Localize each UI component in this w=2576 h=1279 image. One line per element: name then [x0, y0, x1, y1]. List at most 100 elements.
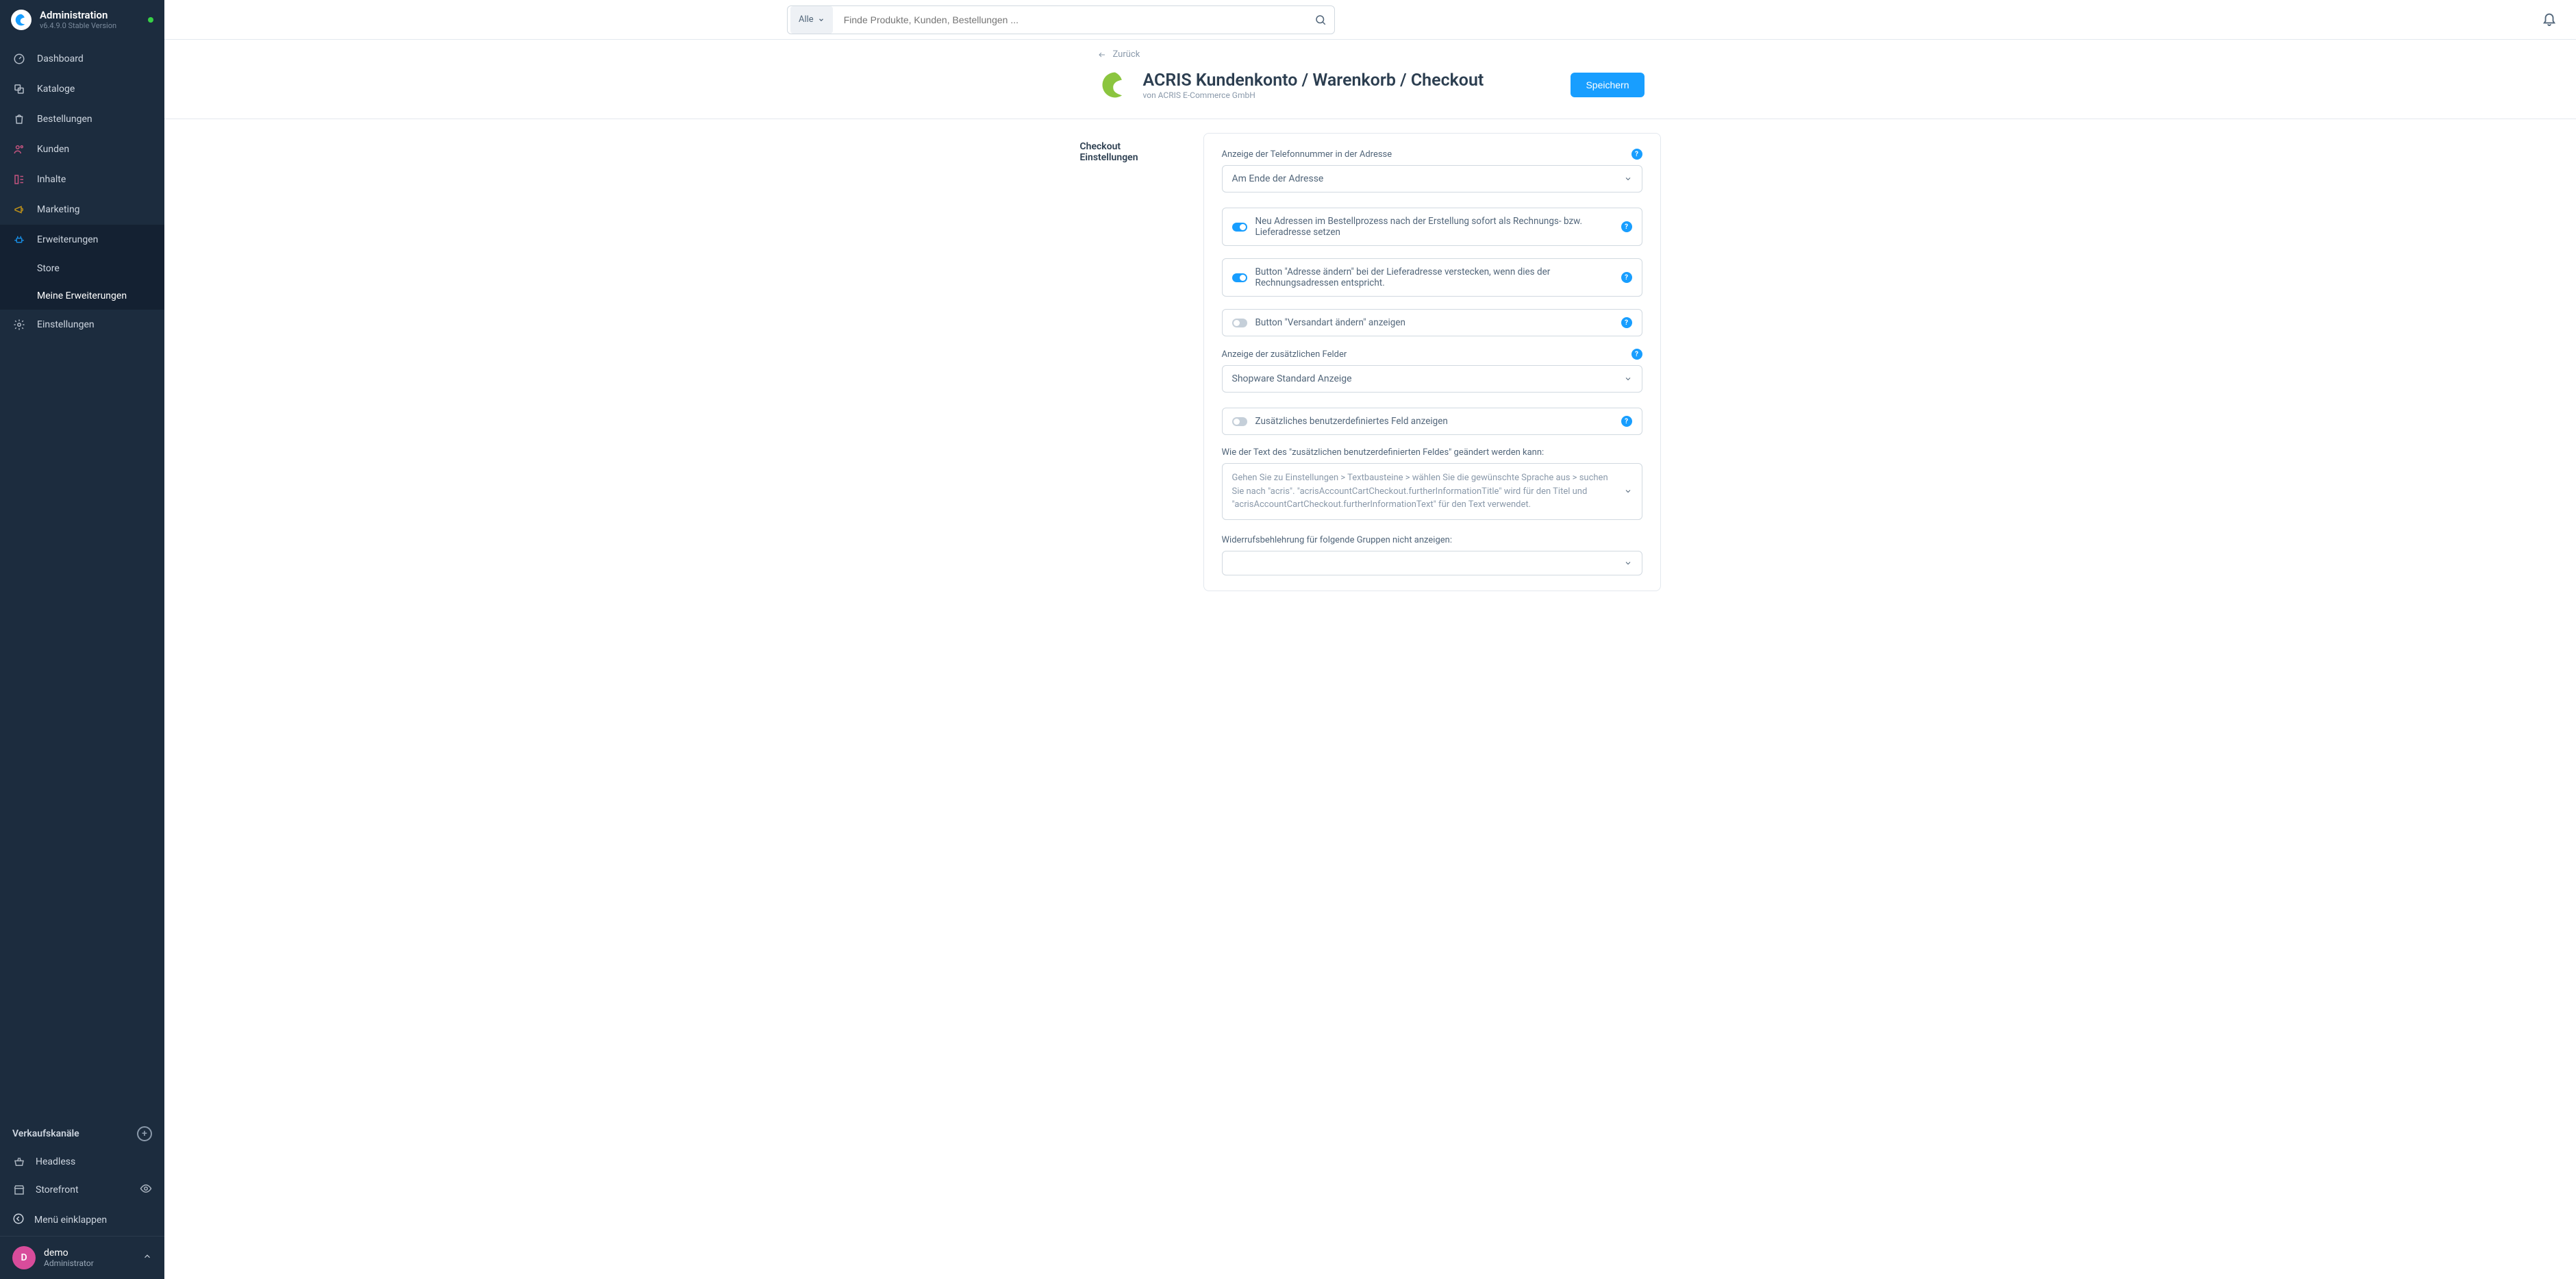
main: Alle Zurück ACRIS Kunden — [164, 0, 2576, 1279]
search-button[interactable] — [1307, 14, 1334, 26]
basket-icon — [12, 1155, 26, 1169]
nav-dashboard[interactable]: Dashboard — [0, 44, 164, 74]
channel-storefront[interactable]: Storefront — [0, 1176, 164, 1204]
store-icon — [12, 1183, 26, 1197]
nav-store[interactable]: Store — [0, 255, 164, 282]
nav-settings[interactable]: Einstellungen — [0, 310, 164, 340]
plugin-logo — [1097, 66, 1134, 103]
topbar: Alle — [164, 0, 2576, 40]
phone-display-select[interactable]: Am Ende der Adresse — [1222, 165, 1642, 193]
add-channel-button[interactable]: + — [137, 1126, 152, 1141]
chevron-up-icon — [142, 1252, 152, 1264]
help-icon[interactable]: ? — [1621, 317, 1632, 328]
app-logo — [11, 10, 32, 30]
eye-icon[interactable] — [140, 1182, 152, 1197]
chevron-down-icon — [1624, 375, 1632, 383]
field-phone-display: Anzeige der Telefonnummer in der Adresse… — [1222, 149, 1642, 193]
field-hide-change-switch: Button "Adresse ändern" bei der Lieferad… — [1222, 258, 1642, 297]
layout-icon — [12, 173, 26, 186]
help-icon[interactable]: ? — [1621, 272, 1632, 283]
nav-content[interactable]: Inhalte — [0, 164, 164, 195]
collapse-icon — [12, 1213, 25, 1228]
megaphone-icon — [12, 203, 26, 216]
field-label: Widerrufsbehlehrung für folgende Gruppen… — [1222, 535, 1452, 545]
extra-fields-select[interactable]: Shopware Standard Anzeige — [1222, 365, 1642, 393]
copy-icon — [12, 82, 26, 96]
search-scope-dropdown[interactable]: Alle — [790, 6, 833, 34]
custom-howto-info[interactable]: Gehen Sie zu Einstellungen > Textbaustei… — [1222, 463, 1642, 520]
nav-label: Einstellungen — [37, 319, 95, 330]
toggle-new-address[interactable] — [1232, 223, 1247, 232]
collapse-menu[interactable]: Menü einklappen — [0, 1204, 164, 1236]
help-icon[interactable]: ? — [1631, 149, 1642, 160]
nav-label: Bestellungen — [37, 114, 92, 125]
avatar: D — [12, 1246, 36, 1269]
app-version: v6.4.9.0 Stable Version — [40, 21, 116, 30]
chevron-down-icon — [818, 16, 825, 23]
nav-label: Marketing — [37, 204, 80, 215]
page-title: ACRIS Kundenkonto / Warenkorb / Checkout — [1143, 71, 1484, 90]
status-indicator — [148, 17, 153, 23]
nav-label: Erweiterungen — [37, 234, 98, 245]
settings-card: Anzeige der Telefonnummer in der Adresse… — [1203, 133, 1661, 591]
nav-orders[interactable]: Bestellungen — [0, 104, 164, 134]
bell-icon — [2542, 11, 2557, 26]
field-show-shipping-switch: Button "Versandart ändern" anzeigen ? — [1222, 309, 1642, 336]
field-custom-howto: Wie der Text des "zusätzlichen benutzerd… — [1222, 447, 1642, 520]
field-new-address-switch: Neu Adressen im Bestellprozess nach der … — [1222, 208, 1642, 246]
save-button[interactable]: Speichern — [1571, 73, 1644, 97]
nav-label: Inhalte — [37, 174, 66, 185]
user-name: demo — [44, 1247, 94, 1258]
switch-label: Button "Versandart ändern" anzeigen — [1255, 317, 1613, 328]
section-label: Checkout Einstellungen — [1080, 133, 1181, 591]
nav-customers[interactable]: Kunden — [0, 134, 164, 164]
help-icon[interactable]: ? — [1621, 221, 1632, 232]
chevron-down-icon — [1624, 487, 1632, 495]
search-input[interactable] — [836, 14, 1307, 25]
field-revocation: Widerrufsbehlehrung für folgende Gruppen… — [1222, 535, 1642, 575]
field-custom-field-switch: Zusätzliches benutzerdefiniertes Feld an… — [1222, 408, 1642, 435]
toggle-hide-change[interactable] — [1232, 273, 1247, 282]
nav-label: Dashboard — [37, 53, 84, 64]
plug-icon — [12, 233, 26, 247]
nav-label: Kataloge — [37, 84, 75, 95]
channels-head: Verkaufskanäle + — [0, 1114, 164, 1148]
back-link[interactable]: Zurück — [1097, 49, 1645, 60]
chevron-down-icon — [1624, 175, 1632, 183]
content: Checkout Einstellungen Anzeige der Telef… — [164, 119, 2576, 1279]
toggle-custom-field[interactable] — [1232, 417, 1247, 426]
bag-icon — [12, 112, 26, 126]
gauge-icon — [12, 52, 26, 66]
page-header: Zurück ACRIS Kundenkonto / Warenkorb / C… — [164, 40, 2576, 119]
user-menu[interactable]: D demo Administrator — [0, 1236, 164, 1279]
nav-extensions[interactable]: Erweiterungen — [0, 225, 164, 255]
field-extra-fields: Anzeige der zusätzlichen Felder ? Shopwa… — [1222, 349, 1642, 393]
search-icon — [1314, 14, 1327, 26]
sidebar-header: Administration v6.4.9.0 Stable Version — [0, 0, 164, 40]
arrow-left-icon — [1097, 51, 1108, 59]
notifications-button[interactable] — [2542, 11, 2557, 29]
nav-catalogues[interactable]: Kataloge — [0, 74, 164, 104]
nav-marketing[interactable]: Marketing — [0, 195, 164, 225]
chevron-down-icon — [1624, 559, 1632, 567]
revocation-select[interactable] — [1222, 551, 1642, 575]
app-title: Administration — [40, 10, 116, 21]
sidebar: Administration v6.4.9.0 Stable Version D… — [0, 0, 164, 1279]
field-label: Wie der Text des "zusätzlichen benutzerd… — [1222, 447, 1545, 458]
switch-label: Button "Adresse ändern" bei der Lieferad… — [1255, 266, 1613, 288]
field-label: Anzeige der Telefonnummer in der Adresse — [1222, 149, 1392, 160]
page-subtitle: von ACRIS E-Commerce GmbH — [1143, 90, 1484, 100]
field-label: Anzeige der zusätzlichen Felder — [1222, 349, 1347, 360]
switch-label: Zusätzliches benutzerdefiniertes Feld an… — [1255, 416, 1613, 427]
user-role: Administrator — [44, 1258, 94, 1268]
nav-my-extensions[interactable]: Meine Erweiterungen — [0, 282, 164, 310]
switch-label: Neu Adressen im Bestellprozess nach der … — [1255, 216, 1613, 238]
toggle-show-shipping[interactable] — [1232, 319, 1247, 327]
global-search: Alle — [787, 5, 1335, 34]
nav-label: Kunden — [37, 144, 69, 155]
users-icon — [12, 142, 26, 156]
main-nav: Dashboard Kataloge Bestellungen Kunden I… — [0, 44, 164, 1114]
help-icon[interactable]: ? — [1631, 349, 1642, 360]
help-icon[interactable]: ? — [1621, 416, 1632, 427]
channel-headless[interactable]: Headless — [0, 1148, 164, 1176]
